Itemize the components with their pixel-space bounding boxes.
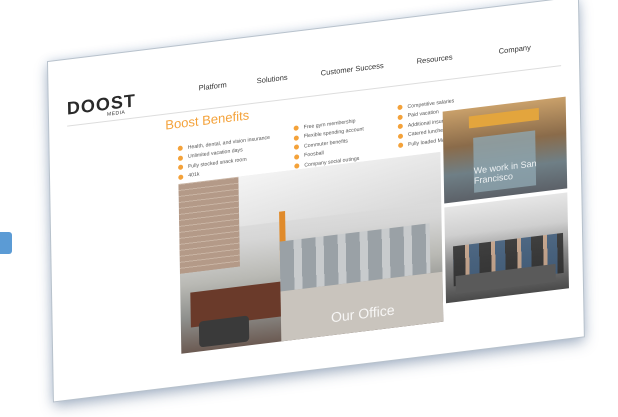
bullet-icon (397, 104, 403, 111)
top-nav: Platform Solutions Customer Success Reso… (49, 37, 579, 114)
nav-resources[interactable]: Resources (417, 52, 453, 65)
entrance-photo: We work in San Francisco (442, 96, 568, 204)
boost-sign (468, 107, 539, 129)
bullet-icon (398, 142, 404, 149)
bullet-icon (293, 135, 299, 141)
brick-wall (178, 176, 240, 274)
bullet-icon (178, 174, 184, 180)
office-photo: Our Office (178, 151, 444, 354)
logo-sub: MEDIA (106, 109, 126, 118)
bullet-icon (178, 164, 184, 171)
team-meeting-photo (444, 192, 569, 304)
benefit-text: 401k (188, 171, 200, 180)
bullet-icon (177, 145, 183, 152)
nav-company[interactable]: Company (499, 43, 531, 56)
bullet-icon (293, 125, 299, 132)
bullet-icon (294, 153, 300, 160)
bullet-icon (397, 133, 404, 139)
website-screenshot: DOOST MEDIA Platform Solutions Customer … (48, 0, 584, 402)
bullet-icon (293, 144, 300, 151)
arrow-stub (0, 232, 12, 254)
nav-solutions[interactable]: Solutions (257, 73, 288, 86)
nav-platform[interactable]: Platform (199, 80, 227, 92)
bullet-icon (397, 114, 403, 120)
bullet-icon (177, 155, 183, 161)
nav-customer-success[interactable]: Customer Success (321, 61, 384, 78)
bullet-icon (397, 123, 403, 130)
lounge-chair (198, 315, 250, 348)
